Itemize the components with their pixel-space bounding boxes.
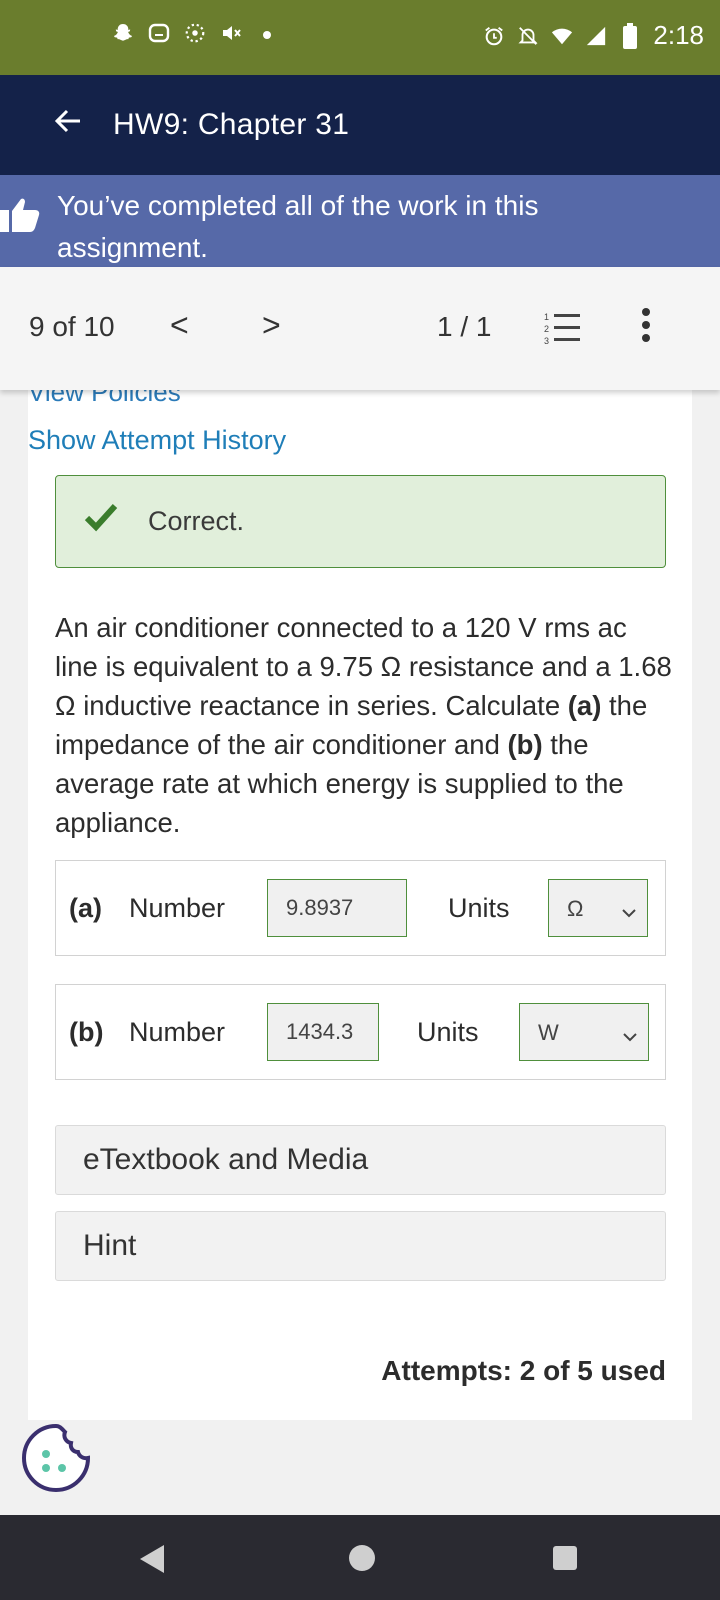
numbered-list-icon[interactable]: 1 2 3 [544,311,580,346]
number-label-a: Number [129,893,226,923]
wifi-icon [551,25,573,47]
alarm-icon [483,25,505,47]
feedback-text: Correct. [148,506,245,536]
etextbook-label: eTextbook and Media [83,1143,369,1176]
circle-home-icon[interactable] [349,1545,375,1571]
number-label-b: Number [129,1017,226,1047]
status-right: 2:18 [483,20,704,51]
dotted-circle-icon [184,22,206,44]
svg-text:2: 2 [544,324,549,334]
answer-row-a: (a) Number 9.8937 Units Ω [55,860,666,956]
signal-icon [585,25,607,47]
status-left-icons [112,22,278,44]
previous-question-button[interactable]: < [170,307,189,344]
question-tag-b: (b) [507,729,543,760]
units-select-a[interactable]: Ω [548,879,648,937]
dot-icon [256,22,278,44]
triangle-back-icon[interactable] [138,1543,166,1575]
cookie-icon[interactable] [20,1422,92,1494]
clock: 2:18 [653,20,704,50]
muted-icon [220,22,242,44]
chat-icon [148,22,170,44]
chevron-down-icon [621,900,637,918]
svg-text:3: 3 [544,336,549,345]
attempts-counter: Attempts: 2 of 5 used [381,1355,666,1386]
answer-row-b: (b) Number 1434.3 Units W [55,984,666,1080]
answer-label-b: (b) [69,1017,104,1047]
assignment-title: HW9: Chapter 31 [113,108,350,141]
status-bar: 2:18 [0,0,720,75]
app-bar: HW9: Chapter 31 [0,75,720,175]
question-navigation: 9 of 10 < > 1 / 1 1 2 3 [0,267,720,390]
checkmark-icon [84,502,118,532]
hint-button[interactable]: Hint [55,1211,666,1281]
hint-label: Hint [83,1229,137,1262]
answer-label-a: (a) [69,893,102,923]
show-attempt-history-link[interactable]: Show Attempt History [28,425,286,456]
chevron-down-icon [622,1024,638,1042]
thumbs-up-icon [0,194,42,236]
snapchat-icon [112,22,134,44]
answer-input-a[interactable]: 9.8937 [267,879,407,937]
question-text: An air conditioner connected to a 120 V … [55,608,675,842]
notifications-off-icon [517,25,539,47]
units-label-a: Units [448,893,510,923]
page-indicator: 1 / 1 [437,311,492,342]
svg-text:1: 1 [544,312,549,322]
units-value-b: W [538,1020,559,1045]
question-tag-a: (a) [567,690,602,721]
square-recents-icon[interactable] [553,1546,577,1570]
arrow-left-icon[interactable] [52,105,84,143]
etextbook-and-media-button[interactable]: eTextbook and Media [55,1125,666,1195]
more-vertical-icon[interactable] [640,307,652,343]
correct-feedback: Correct. [55,475,666,568]
units-value-a: Ω [567,896,584,921]
completion-message: You’ve completed all of the work in this… [57,190,539,263]
units-select-b[interactable]: W [519,1003,649,1061]
battery-icon [619,22,641,49]
next-question-button[interactable]: > [262,307,281,344]
system-navigation-bar [0,1515,720,1600]
answer-input-b[interactable]: 1434.3 [267,1003,379,1061]
question-position: 9 of 10 [29,311,115,342]
completion-banner: You’ve completed all of the work in this… [0,175,720,267]
units-label-b: Units [417,1017,479,1047]
